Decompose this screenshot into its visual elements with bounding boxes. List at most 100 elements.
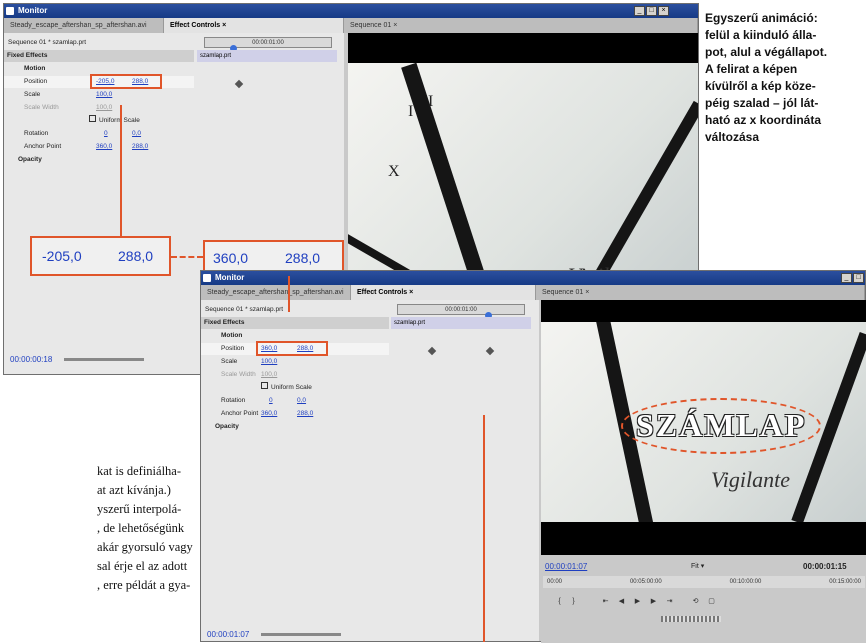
go-to-in-icon[interactable]: ⇤ bbox=[601, 598, 610, 605]
anchor-y-field[interactable]: 288,0 bbox=[297, 408, 313, 420]
rotation-degrees-field[interactable]: 0,0 bbox=[132, 128, 141, 140]
fixed-effects-header: Fixed Effects bbox=[201, 317, 389, 329]
play-icon[interactable]: ▶ bbox=[633, 598, 642, 605]
maximize-button[interactable]: □ bbox=[853, 273, 864, 283]
timecode: 00:00:01:00 bbox=[445, 307, 477, 313]
step-forward-icon[interactable]: ▶ bbox=[649, 598, 658, 605]
zoom-slider[interactable] bbox=[261, 633, 341, 636]
caption-line: Egyszerű animáció: bbox=[705, 11, 818, 25]
close-button[interactable]: × bbox=[658, 6, 669, 16]
bottom-timecode[interactable]: 00:00:01:07 bbox=[207, 630, 249, 639]
go-to-out-icon[interactable]: ⇥ bbox=[665, 598, 674, 605]
zoom-slider[interactable] bbox=[64, 358, 144, 361]
effect-controls-panel: Sequence 01 * szamlap.prt 00:00:01:00 Fi… bbox=[201, 300, 539, 641]
tab-bar: Steady_escape_aftershan_sp_aftershan.avi… bbox=[201, 285, 865, 300]
safe-margins-icon[interactable]: ▢ bbox=[707, 598, 716, 605]
uniform-scale-checkbox[interactable] bbox=[261, 382, 268, 389]
fixed-effects-label: Fixed Effects bbox=[204, 319, 245, 326]
body-line: yszerű interpolá- bbox=[97, 502, 182, 516]
anchor-row[interactable]: Anchor Point 360,0 288,0 bbox=[4, 141, 194, 153]
rotation-turns-field[interactable]: 0 bbox=[104, 128, 108, 140]
program-viewer: SZÁMLAP Vigilante 00:00:01:07 Fit ▾ 00:0… bbox=[541, 300, 866, 643]
viewer-timecode[interactable]: 00:00:01:07 bbox=[545, 562, 587, 571]
zoom-end-x: 360,0 bbox=[213, 250, 249, 266]
viewer-end-timecode: 00:00:01:15 bbox=[803, 562, 847, 571]
sequence-label: Sequence 01 * szamlap.prt bbox=[205, 306, 284, 313]
scale-field[interactable]: 100,0 bbox=[96, 89, 112, 101]
scale-row[interactable]: Scale 100,0 bbox=[201, 356, 389, 368]
keyframe-icon[interactable] bbox=[234, 79, 244, 89]
anchor-x-field[interactable]: 360,0 bbox=[96, 141, 112, 153]
zoom-callout-start: -205,0 288,0 bbox=[30, 236, 171, 276]
viewer-ruler[interactable]: 00:00 00:05:00:00 00:10:00:00 00:15:00:0… bbox=[543, 576, 865, 588]
loop-icon[interactable]: ⟲ bbox=[691, 598, 700, 605]
fit-dropdown[interactable]: Fit ▾ bbox=[691, 562, 704, 570]
app-icon bbox=[6, 7, 14, 15]
rotation-degrees-field[interactable]: 0,0 bbox=[297, 395, 306, 407]
viewer-screen: SZÁMLAP Vigilante bbox=[541, 300, 866, 555]
minimize-button[interactable]: _ bbox=[634, 6, 645, 16]
position-highlight bbox=[90, 74, 162, 89]
uniform-scale-checkbox[interactable] bbox=[89, 115, 96, 122]
caption-line: A felirat a képen bbox=[705, 62, 798, 76]
window-title: Monitor bbox=[215, 273, 245, 282]
zoom-start-x: -205,0 bbox=[42, 248, 82, 264]
timeline-ruler[interactable]: 00:00:01:00 bbox=[397, 304, 525, 315]
maximize-button[interactable]: □ bbox=[646, 6, 657, 16]
anchor-row[interactable]: Anchor Point 360,0 288,0 bbox=[201, 408, 389, 420]
uniform-scale-row[interactable]: Uniform Scale bbox=[201, 382, 389, 394]
callout-line bbox=[120, 105, 122, 238]
fit-label: Fit bbox=[691, 563, 699, 570]
video-frame: SZÁMLAP Vigilante bbox=[541, 322, 866, 522]
rotation-row[interactable]: Rotation 0 0,0 bbox=[4, 128, 194, 140]
motion-label: Motion bbox=[221, 332, 243, 339]
fixed-effects-label: Fixed Effects bbox=[7, 52, 48, 59]
clip-label: szamlap.prt bbox=[200, 53, 232, 59]
clip-track: szamlap.prt bbox=[391, 317, 531, 329]
mark-out-icon[interactable]: } bbox=[569, 598, 578, 605]
tab-source[interactable]: Steady_escape_aftershan_sp_aftershan.avi bbox=[4, 18, 164, 33]
rotation-turns-field[interactable]: 0 bbox=[269, 395, 273, 407]
body-line: sal érje el az adott bbox=[97, 559, 188, 573]
position-label: Position bbox=[221, 345, 245, 352]
timeline-ruler[interactable]: 00:00:01:00 bbox=[204, 37, 332, 48]
anchor-y-field[interactable]: 288,0 bbox=[132, 141, 148, 153]
body-text: kat is definiálha-at azt kívánja.) yszerű… bbox=[97, 462, 193, 595]
bottom-timecode[interactable]: 00:00:00:18 bbox=[10, 355, 52, 364]
figure-caption: Egyszerű animáció: felül a kiinduló álla… bbox=[705, 10, 865, 146]
scale-width-row: Scale Width 100,0 bbox=[201, 369, 389, 381]
tab-effect-controls[interactable]: Effect Controls × bbox=[351, 285, 536, 300]
tab-effect-controls[interactable]: Effect Controls × bbox=[164, 18, 344, 33]
callout-line bbox=[288, 276, 290, 312]
scale-field[interactable]: 100,0 bbox=[261, 356, 277, 368]
keyframe-icon[interactable] bbox=[485, 346, 495, 356]
uniform-scale-row[interactable]: Uniform Scale bbox=[4, 115, 194, 127]
app-icon bbox=[203, 274, 211, 282]
opacity-row[interactable]: Opacity bbox=[4, 154, 194, 166]
window-buttons: _ □ × bbox=[634, 6, 669, 16]
anchor-x-field[interactable]: 360,0 bbox=[261, 408, 277, 420]
caption-line: kívülről a kép köze- bbox=[705, 79, 816, 93]
rotation-row[interactable]: Rotation 0 0,0 bbox=[201, 395, 389, 407]
step-back-icon[interactable]: ◀ bbox=[617, 598, 626, 605]
anchor-label: Anchor Point bbox=[24, 143, 62, 150]
tab-bar: Steady_escape_aftershan_sp_aftershan.avi… bbox=[4, 18, 698, 33]
monitor-window-end: Monitor _ □ Steady_escape_aftershan_sp_af… bbox=[200, 270, 866, 643]
position-label: Position bbox=[24, 78, 48, 85]
scale-width-field: 100,0 bbox=[261, 371, 278, 378]
jog-slider[interactable] bbox=[661, 616, 721, 622]
scale-label: Scale bbox=[221, 358, 238, 365]
opacity-row[interactable]: Opacity bbox=[201, 421, 389, 433]
title-bar: Monitor bbox=[4, 4, 698, 18]
body-line: at azt kívánja.) bbox=[97, 483, 171, 497]
timecode: 00:00:01:00 bbox=[252, 40, 284, 46]
mark-in-icon[interactable]: { bbox=[555, 598, 564, 605]
minimize-button[interactable]: _ bbox=[841, 273, 852, 283]
scale-width-row: Scale Width 100,0 bbox=[4, 102, 194, 114]
tab-sequence[interactable]: Sequence 01 × bbox=[536, 285, 865, 300]
keyframe-icon[interactable] bbox=[427, 346, 437, 356]
fixed-effects-header: Fixed Effects bbox=[4, 50, 194, 62]
tab-sequence[interactable]: Sequence 01 × bbox=[344, 18, 698, 33]
tab-source[interactable]: Steady_escape_aftershan_sp_aftershan.avi bbox=[201, 285, 351, 300]
scale-row[interactable]: Scale 100,0 bbox=[4, 89, 194, 101]
